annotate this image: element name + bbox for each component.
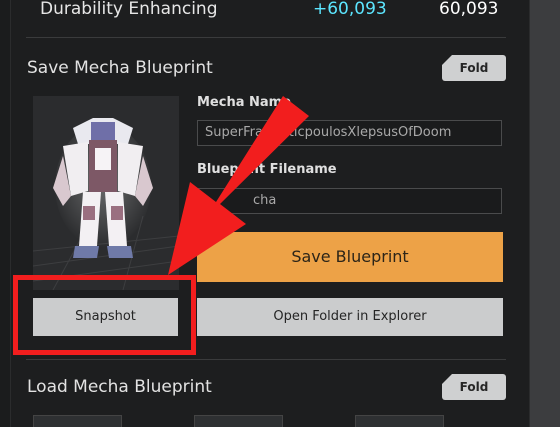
load-section-title: Load Mecha Blueprint [27, 377, 212, 397]
load-fold-button[interactable]: Fold [442, 374, 506, 400]
blueprint-thumbnail[interactable] [355, 415, 444, 427]
blueprint-window: Durability Enhancing +60,093 60,093 Save… [0, 0, 560, 427]
annotation-arrow-icon [168, 96, 309, 275]
blueprint-thumbnail[interactable] [194, 415, 283, 427]
divider [26, 359, 506, 360]
blueprint-thumbnail[interactable] [33, 415, 122, 427]
